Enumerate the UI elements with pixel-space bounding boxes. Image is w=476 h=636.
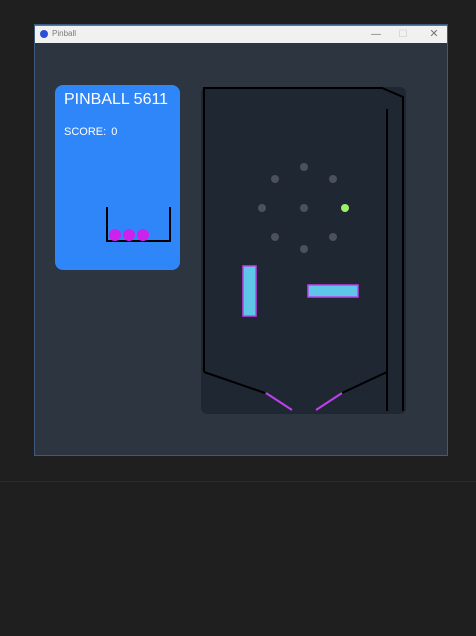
- game-title: PINBALL 5611: [64, 91, 169, 108]
- pinball-window: Pinball — ☐ ✕ PINBALL 5611 SCORE: 0: [35, 25, 447, 455]
- desktop-divider: [0, 481, 476, 482]
- maximize-button[interactable]: ☐: [393, 28, 413, 41]
- bumper: [329, 175, 337, 183]
- reserve-ball: [137, 229, 149, 241]
- bumper: [271, 233, 279, 241]
- vertical-paddle: [242, 265, 257, 317]
- game-ball: [341, 204, 349, 212]
- window-title: Pinball: [52, 29, 77, 38]
- bumper: [258, 204, 266, 212]
- title-bar[interactable]: Pinball — ☐ ✕: [35, 25, 447, 43]
- horizontal-paddle: [307, 284, 359, 298]
- score-value: 0: [111, 126, 118, 138]
- app-icon: [40, 30, 48, 38]
- bumper: [300, 204, 308, 212]
- bumper: [300, 163, 308, 171]
- bumper: [329, 233, 337, 241]
- score-row: SCORE: 0: [64, 126, 117, 138]
- info-panel: PINBALL 5611 SCORE: 0: [55, 85, 180, 270]
- reserve-ball: [109, 229, 121, 241]
- bumper: [300, 245, 308, 253]
- ball-tray: [106, 207, 171, 242]
- minimize-button[interactable]: —: [366, 28, 386, 41]
- score-label: SCORE:: [64, 126, 107, 138]
- close-button[interactable]: ✕: [424, 28, 444, 41]
- pinball-board[interactable]: [201, 87, 406, 414]
- reserve-ball: [123, 229, 135, 241]
- bumper: [271, 175, 279, 183]
